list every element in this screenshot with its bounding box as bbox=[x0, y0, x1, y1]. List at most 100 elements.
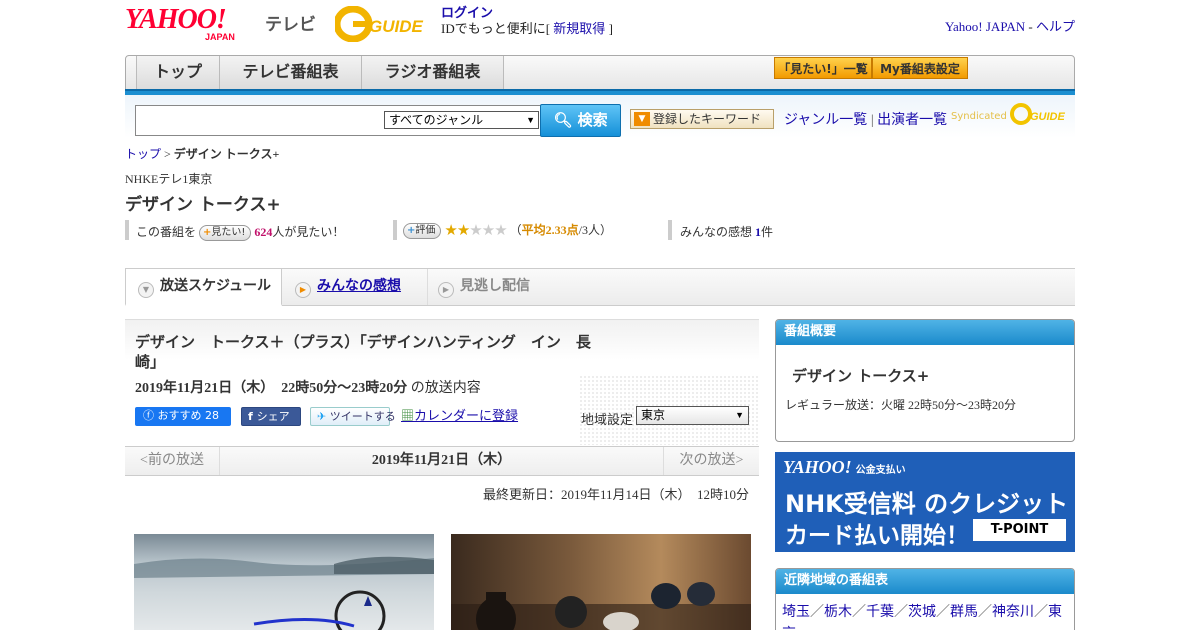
tweet-label: ツイートする bbox=[329, 410, 396, 423]
login-link[interactable]: ログイン bbox=[441, 5, 493, 20]
region-select[interactable]: 東京 ▼ bbox=[636, 406, 749, 425]
search-button[interactable]: 🔍︎ 検索 bbox=[540, 104, 621, 137]
divider bbox=[125, 220, 129, 240]
dropdown-arrow-icon: ▼ bbox=[735, 410, 744, 420]
broadcast-title: デザイン トークス＋（プラス）「デザインハンティング イン 長崎」 bbox=[135, 333, 591, 371]
overview-regular-broadcast: レギュラー放送：火曜 22時50分～23時20分 bbox=[785, 398, 1017, 412]
rating-people: /3人） bbox=[578, 223, 613, 237]
region-separator: ／ bbox=[978, 605, 992, 620]
help-links: Yahoo! JAPAN - ヘルプ bbox=[945, 16, 1075, 35]
rating-open: （ bbox=[509, 223, 522, 237]
region-select-value: 東京 bbox=[641, 408, 666, 422]
nearby-region-link[interactable]: 神奈川 bbox=[992, 605, 1034, 620]
yahoo-japan-link[interactable]: Yahoo! JAPAN bbox=[945, 19, 1025, 34]
nearby-region-link[interactable]: 埼玉 bbox=[782, 605, 810, 620]
separator: | bbox=[867, 113, 878, 128]
register-link[interactable]: 新規取得 bbox=[553, 21, 605, 36]
ad-line-2: カード払い開始！ bbox=[785, 523, 969, 549]
dash: - bbox=[1025, 19, 1036, 34]
nearby-region-link[interactable]: 茨城 bbox=[908, 605, 936, 620]
yahoo-tv-logo[interactable]: YAHOO! JAPAN テレビ bbox=[125, 6, 316, 43]
tab-tv-schedule[interactable]: テレビ番組表 bbox=[220, 56, 362, 89]
rating-button-label: 評価 bbox=[415, 225, 436, 237]
tab-missed-streaming-label: 見逃し配信 bbox=[460, 278, 530, 294]
mitai-button[interactable]: +見たい! bbox=[199, 225, 252, 242]
nearby-region-links: 埼玉／栃木／千葉／茨城／群馬／神奈川／東京 bbox=[782, 602, 1070, 630]
nearby-regions-box: 近隣地域の番組表 埼玉／栃木／千葉／茨城／群馬／神奈川／東京 bbox=[775, 568, 1075, 630]
next-broadcast-link[interactable]: 次の放送> bbox=[663, 447, 759, 475]
registered-keyword-button[interactable]: ▼ 登録したキーワード bbox=[630, 109, 774, 129]
program-overview-box: 番組概要 デザイン トークス+ レギュラー放送：火曜 22時50分～23時20分 bbox=[775, 319, 1075, 442]
channel-name: NHKEテレ1東京 bbox=[125, 172, 213, 186]
tweet-button[interactable]: ✈ ツイートする bbox=[310, 407, 396, 426]
genre-list-link[interactable]: ジャンル一覧 bbox=[784, 113, 867, 128]
calendar-register-link[interactable]: ▦カレンダーに登録 bbox=[401, 407, 518, 426]
facebook-icon: f bbox=[248, 410, 257, 423]
kanso-unit: 件 bbox=[761, 225, 774, 239]
gguide-logo[interactable]: GUIDE bbox=[333, 5, 431, 43]
genre-select-value: すべてのジャンル bbox=[389, 113, 484, 127]
ad-yahoo-logo: YAHOO! 公金支払い bbox=[783, 457, 906, 478]
search-button-label: 検索 bbox=[577, 111, 608, 129]
facebook-share-button[interactable]: f シェア bbox=[241, 407, 301, 426]
nearby-region-link[interactable]: 千葉 bbox=[866, 605, 894, 620]
rating-stat: +評価 ★★★★★ （平均2.33点/3人） bbox=[403, 221, 612, 240]
syndicated-gguide-logo: Syndicated GUIDE bbox=[951, 103, 1070, 125]
ad-logo-sub: 公金支払い bbox=[855, 465, 906, 476]
performer-list-link[interactable]: 出演者一覧 bbox=[877, 113, 947, 128]
tab-missed-streaming[interactable]: ▶ 見逃し配信 bbox=[427, 269, 530, 305]
tab-broadcast-schedule-label: 放送スケジュール bbox=[160, 278, 272, 294]
mitai-button-label: 見たい! bbox=[211, 227, 246, 239]
star-filled-icon: ★★ bbox=[444, 223, 470, 239]
rating-average: 平均2.33点 bbox=[521, 223, 579, 237]
kanso-label: みんなの感想 bbox=[680, 225, 753, 239]
help-link[interactable]: ヘルプ bbox=[1036, 19, 1075, 34]
breadcrumb-sep: > bbox=[161, 147, 174, 161]
search-bar: すべてのジャンル ▼ 🔍︎ 検索 ▼ 登録したキーワード ジャンル一覧 | 出演… bbox=[125, 95, 1075, 138]
search-icon: 🔍︎ bbox=[553, 111, 573, 129]
facebook-icon: ⓕ bbox=[143, 409, 158, 422]
tab-broadcast-schedule[interactable]: ▼ 放送スケジュール bbox=[125, 268, 282, 306]
region-label: 地域設定 bbox=[581, 412, 634, 427]
syndicated-text: Syndicated bbox=[951, 111, 1007, 122]
nearby-region-link[interactable]: 栃木 bbox=[824, 605, 852, 620]
prev-broadcast-link[interactable]: <前の放送 bbox=[125, 447, 220, 475]
dropdown-arrow-icon: ▼ bbox=[526, 115, 535, 125]
pager-current-date: 2019年11月21日（木） bbox=[371, 453, 512, 468]
dropdown-triangle-icon: ▼ bbox=[634, 112, 650, 126]
my-bangumi-settings-button[interactable]: My番組表設定 bbox=[872, 57, 968, 79]
mitai-list-button[interactable]: 「見たい!」一覧 bbox=[774, 57, 872, 79]
breadcrumb-current: デザイン トークス+ bbox=[173, 147, 280, 161]
last-updated: 最終更新日：2019年11月14日（木） 12時10分 bbox=[482, 487, 749, 502]
page-title: デザイン トークス+ bbox=[125, 195, 281, 215]
broadcast-date-suffix: の放送内容 bbox=[410, 381, 481, 396]
japan-logo-text: JAPAN bbox=[205, 32, 235, 42]
login-area: ログイン IDでもっと便利に[ 新規取得 ] bbox=[441, 5, 613, 37]
region-separator: ／ bbox=[936, 605, 950, 620]
breadcrumb-top-link[interactable]: トップ bbox=[125, 147, 161, 161]
overview-heading: 番組概要 bbox=[776, 320, 1074, 345]
region-separator: ／ bbox=[810, 605, 824, 620]
registered-keyword-label: 登録したキーワード bbox=[653, 112, 762, 126]
facebook-recommend-button[interactable]: ⓕ おすすめ 28 bbox=[135, 407, 231, 426]
nhk-credit-ad-banner[interactable]: YAHOO! 公金支払い NHK受信料 のクレジット カード払い開始！ T-POI… bbox=[775, 452, 1075, 552]
facebook-share-label: シェア bbox=[256, 410, 290, 423]
overview-title: デザイン トークス+ bbox=[792, 367, 930, 385]
mitai-stat: この番組を +見たい! 624人が見たい！ bbox=[136, 223, 344, 242]
tab-top[interactable]: トップ bbox=[136, 56, 220, 89]
rating-stars: ★★★★★ bbox=[444, 223, 507, 239]
program-stats: この番組を +見たい! 624人が見たい！ +評価 ★★★★★ （平均2.33点… bbox=[125, 220, 1075, 242]
gguide-text: GUIDE bbox=[369, 17, 424, 36]
mitai-count: 624 bbox=[254, 225, 273, 239]
tab-radio-schedule[interactable]: ラジオ番組表 bbox=[362, 56, 504, 89]
login-sub-prefix: IDでもっと便利に[ bbox=[441, 21, 554, 36]
program-photo-teapot bbox=[134, 534, 434, 630]
rating-button[interactable]: +評価 bbox=[403, 223, 442, 240]
nearby-region-link[interactable]: 群馬 bbox=[950, 605, 978, 620]
broadcast-panel: デザイン トークス＋（プラス）「デザインハンティング イン 長崎」 2019年1… bbox=[125, 319, 759, 445]
ad-yahoo-logo-text: YAHOO! bbox=[783, 457, 852, 477]
search-links: ジャンル一覧 | 出演者一覧 bbox=[784, 109, 947, 129]
genre-select[interactable]: すべてのジャンル ▼ bbox=[384, 111, 539, 129]
header: YAHOO! JAPAN テレビ GUIDE ログイン IDでもっと便利に[ 新… bbox=[125, 0, 1075, 52]
tab-everyone-impressions[interactable]: ▶ みんなの感想 bbox=[295, 269, 401, 305]
